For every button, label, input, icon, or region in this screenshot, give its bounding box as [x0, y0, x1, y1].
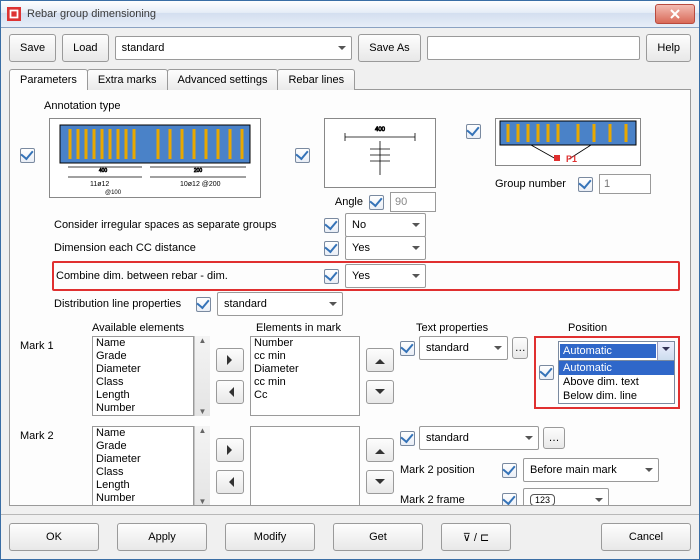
- preset-name-input[interactable]: [427, 36, 641, 60]
- annotation-1-check[interactable]: [20, 148, 35, 163]
- opt-combine-select[interactable]: Yes: [345, 264, 426, 288]
- cancel-button[interactable]: Cancel: [601, 523, 691, 551]
- dialog-footer: OK Apply Modify Get ⊽ / ⊏ Cancel: [1, 514, 699, 559]
- mark2-inmark-list[interactable]: [250, 426, 360, 506]
- scrollbar[interactable]: ▲▼: [194, 426, 210, 506]
- toggle-checks-button[interactable]: ⊽ / ⊏: [441, 523, 511, 551]
- apply-button[interactable]: Apply: [117, 523, 207, 551]
- ok-button[interactable]: OK: [9, 523, 99, 551]
- opt-combine-check[interactable]: [324, 269, 339, 284]
- mark1-position-check[interactable]: [539, 365, 554, 380]
- mark2-position-select[interactable]: Before main mark: [523, 458, 659, 482]
- col-position-label: Position: [568, 322, 607, 334]
- mark2-label: Mark 2: [20, 426, 86, 442]
- annotation-preview-3: P1 Group number 1: [495, 118, 651, 194]
- get-button[interactable]: Get: [333, 523, 423, 551]
- position-option-below[interactable]: Below dim. line: [559, 389, 674, 403]
- mark2-frame-label: Mark 2 frame: [400, 494, 496, 506]
- mark1-up-button[interactable]: [366, 348, 394, 372]
- position-highlight: Automatic Automatic Above dim. text Belo…: [534, 336, 680, 409]
- svg-text:@100: @100: [105, 190, 122, 196]
- col-textprops-label: Text properties: [416, 322, 548, 334]
- annotation-3-check[interactable]: [466, 124, 481, 139]
- svg-text:400: 400: [375, 127, 386, 133]
- annotation-preview-2: 400 Angle 90: [324, 118, 436, 212]
- opt-irregular-label: Consider irregular spaces as separate gr…: [54, 219, 324, 231]
- mark1-label: Mark 1: [20, 336, 86, 352]
- position-option-automatic[interactable]: Automatic: [559, 361, 674, 375]
- tab-parameters[interactable]: Parameters: [9, 69, 88, 90]
- svg-text:10ø12 @200: 10ø12 @200: [180, 181, 221, 188]
- mark2-up-button[interactable]: [366, 438, 394, 462]
- mark2-position-label: Mark 2 position: [400, 464, 496, 476]
- annotation-preview-1: 400 200 11ø12 @100 10ø12 @200: [49, 118, 261, 198]
- mark1-textprops-select[interactable]: standard: [419, 336, 508, 360]
- opt-distline-label: Distribution line properties: [54, 298, 196, 310]
- position-option-above[interactable]: Above dim. text: [559, 375, 674, 389]
- mark1-available-list[interactable]: NameGradeDiameterClassLengthNumber: [92, 336, 194, 416]
- angle-label: Angle: [335, 196, 363, 208]
- mark1-inmark-list[interactable]: Numbercc minDiametercc minCc: [250, 336, 360, 416]
- mark2-frame-check[interactable]: [502, 493, 517, 507]
- opt-eachcc-check[interactable]: [324, 241, 339, 256]
- help-button[interactable]: Help: [646, 34, 691, 62]
- mark2-add-button[interactable]: [216, 438, 244, 462]
- titlebar: Rebar group dimensioning: [1, 1, 699, 28]
- mark2-frame-select[interactable]: 123: [523, 488, 609, 506]
- annotation-type-label: Annotation type: [44, 100, 680, 112]
- opt-combine-label: Combine dim. between rebar - dim.: [56, 270, 324, 282]
- window-title: Rebar group dimensioning: [27, 8, 651, 20]
- mark1-textprops-browse[interactable]: …: [512, 337, 528, 359]
- svg-text:400: 400: [99, 168, 108, 174]
- window-close-button[interactable]: [655, 4, 695, 24]
- tab-rebar-lines[interactable]: Rebar lines: [277, 69, 355, 90]
- angle-check[interactable]: [369, 195, 384, 210]
- annotation-2-check[interactable]: [295, 148, 310, 163]
- mark2-remove-button[interactable]: [216, 470, 244, 494]
- mark1-textprops-check[interactable]: [400, 341, 415, 356]
- modify-button[interactable]: Modify: [225, 523, 315, 551]
- mark2-down-button[interactable]: [366, 470, 394, 494]
- col-available-label: Available elements: [92, 322, 226, 334]
- opt-combine-highlight: Combine dim. between rebar - dim. Yes: [52, 261, 680, 291]
- col-inmark-label: Elements in mark: [256, 322, 386, 334]
- app-icon: [7, 7, 21, 21]
- mark1-remove-button[interactable]: [216, 380, 244, 404]
- tab-extra-marks[interactable]: Extra marks: [87, 69, 168, 90]
- svg-text:P1: P1: [566, 154, 577, 164]
- group-number-check[interactable]: [578, 177, 593, 192]
- opt-irregular-select[interactable]: No: [345, 213, 426, 237]
- opt-eachcc-select[interactable]: Yes: [345, 236, 426, 260]
- tab-content: Annotation type 400 200 11ø12: [9, 89, 691, 506]
- mark2-available-list[interactable]: NameGradeDiameterClassLengthNumber: [92, 426, 194, 506]
- opt-distline-select[interactable]: standard: [217, 292, 343, 316]
- group-number-input[interactable]: 1: [599, 174, 651, 194]
- mark2-textprops-browse[interactable]: …: [543, 427, 565, 449]
- opt-distline-check[interactable]: [196, 297, 211, 312]
- group-number-label: Group number: [495, 178, 566, 190]
- load-button[interactable]: Load: [62, 34, 108, 62]
- tab-advanced-settings[interactable]: Advanced settings: [167, 69, 279, 90]
- mark2-textprops-check[interactable]: [400, 431, 415, 446]
- scrollbar[interactable]: ▲▼: [194, 336, 210, 416]
- opt-irregular-check[interactable]: [324, 218, 339, 233]
- mark1-add-button[interactable]: [216, 348, 244, 372]
- mark1-position-dropdown[interactable]: Automatic Above dim. text Below dim. lin…: [558, 361, 675, 404]
- mark1-down-button[interactable]: [366, 380, 394, 404]
- mark2-textprops-select[interactable]: standard: [419, 426, 539, 450]
- mark2-position-check[interactable]: [502, 463, 517, 478]
- preset-bar: Save Load standard Save As Help: [1, 28, 699, 68]
- mark1-position-select[interactable]: Automatic: [558, 341, 675, 361]
- opt-eachcc-label: Dimension each CC distance: [54, 242, 324, 254]
- svg-text:200: 200: [194, 168, 203, 174]
- svg-text:11ø12: 11ø12: [90, 181, 109, 188]
- angle-input[interactable]: 90: [390, 192, 436, 212]
- saveas-button[interactable]: Save As: [358, 34, 420, 62]
- preset-select[interactable]: standard: [115, 36, 353, 60]
- tabstrip: Parameters Extra marks Advanced settings…: [9, 68, 699, 89]
- save-button[interactable]: Save: [9, 34, 56, 62]
